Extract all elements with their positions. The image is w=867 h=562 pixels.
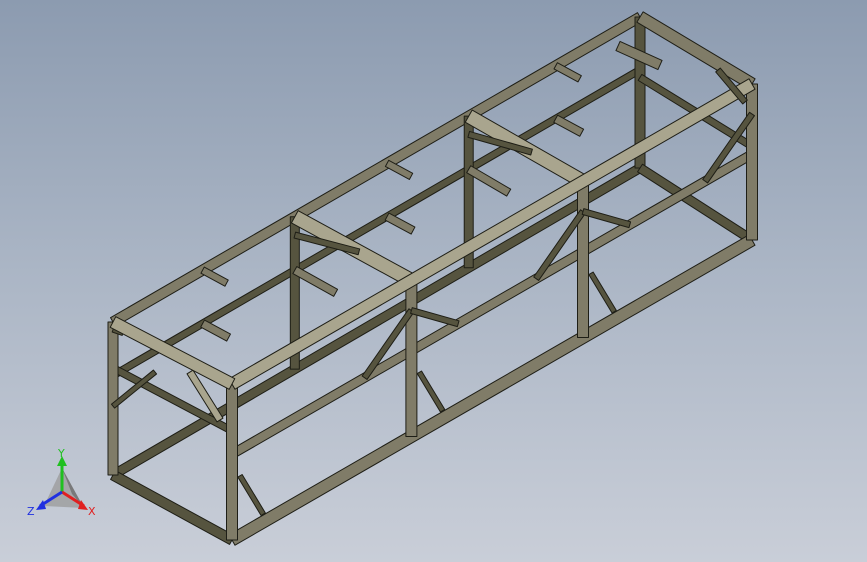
far-stub-1[interactable]	[200, 319, 231, 342]
z-axis-label: Z	[27, 505, 35, 518]
top-stub-3[interactable]	[553, 62, 582, 83]
frame-model[interactable]	[0, 0, 867, 562]
near-lower-brace-1[interactable]	[237, 474, 266, 516]
graphics-viewport[interactable]: Y X Z	[0, 0, 867, 562]
front-left-post[interactable]	[107, 321, 119, 476]
front-bottom-beam[interactable]	[110, 470, 235, 545]
near-brace-3[interactable]	[581, 208, 632, 229]
far-bottom-rail[interactable]	[110, 163, 643, 480]
x-axis-label: X	[88, 505, 96, 518]
far-stub-2[interactable]	[384, 212, 416, 235]
y-axis-label: Y	[57, 448, 65, 460]
near-lower-brace-2[interactable]	[416, 370, 446, 413]
near-post-2[interactable]	[405, 280, 418, 437]
top-stub-2[interactable]	[384, 159, 414, 180]
near-lower-brace-3[interactable]	[588, 271, 617, 314]
top-stub-1[interactable]	[200, 266, 229, 287]
back-top-beam[interactable]	[636, 11, 756, 90]
near-post-3[interactable]	[577, 181, 589, 338]
near-brace-5[interactable]	[410, 307, 460, 328]
near-post-4[interactable]	[746, 83, 758, 241]
orientation-triad: Y X Z	[27, 448, 96, 518]
far-stub-3[interactable]	[553, 114, 585, 137]
back-bottom-beam[interactable]	[637, 163, 755, 245]
near-mid-rail[interactable]	[229, 149, 755, 459]
near-post-1[interactable]	[226, 383, 238, 541]
far-mid-rail[interactable]	[110, 66, 643, 380]
